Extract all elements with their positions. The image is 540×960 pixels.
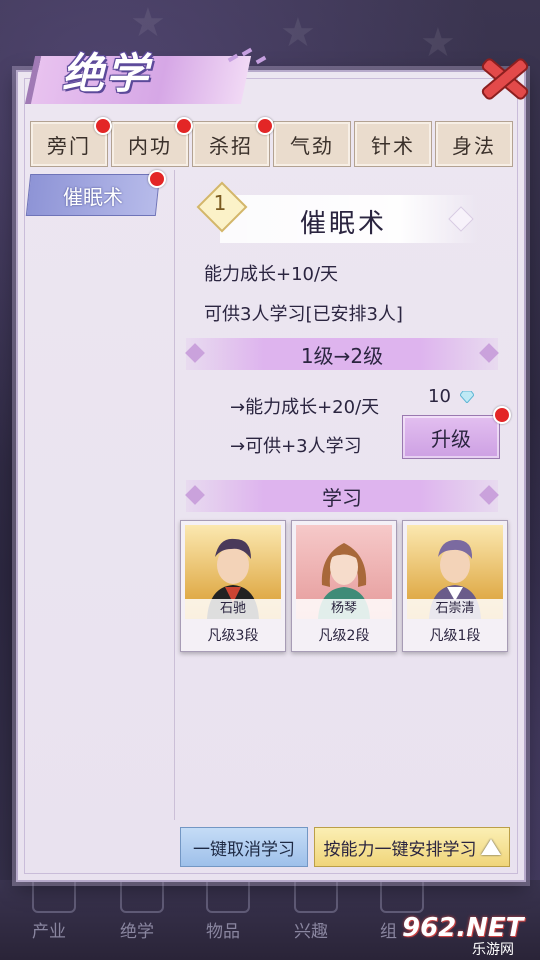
- title-decoration: [224, 46, 274, 66]
- notification-badge: [148, 170, 166, 188]
- student-rank: 凡级1段: [429, 628, 481, 644]
- student-card[interactable]: 石驰 凡级3段: [180, 520, 286, 652]
- auto-arrange-study-button[interactable]: 按能力一键安排学习: [314, 827, 510, 867]
- student-name: 杨琴: [296, 599, 392, 619]
- student-name: 石崇清: [407, 599, 503, 619]
- close-button[interactable]: [478, 56, 528, 100]
- level-badge: 1: [196, 181, 248, 233]
- diamond-icon: [459, 391, 474, 403]
- skill-list: 催眠术: [25, 170, 175, 820]
- category-tabs: 旁门 内功 杀招 气劲 针术 身法: [30, 117, 513, 167]
- watermark-logo: 962.NET 乐游网: [402, 913, 524, 958]
- nav-item-interests[interactable]: 兴趣: [294, 875, 338, 942]
- title-tab: 绝学: [24, 40, 267, 110]
- study-header: 学习: [185, 480, 499, 512]
- warning-triangle-icon: [480, 839, 501, 855]
- page-title: 绝学: [62, 49, 151, 98]
- nav-item-skills[interactable]: 绝学: [120, 875, 164, 942]
- notification-badge: [256, 117, 274, 135]
- cancel-all-study-button[interactable]: 一键取消学习: [180, 827, 308, 867]
- skill-growth: 能力成长+10/天: [204, 264, 339, 285]
- student-name: 石驰: [185, 599, 281, 619]
- student-rank: 凡级3段: [207, 628, 259, 644]
- upgrade-growth: →能力成长+20/天: [230, 397, 380, 418]
- notification-badge: [493, 406, 511, 424]
- student-card[interactable]: 石崇清 凡级1段: [402, 520, 508, 652]
- student-rank: 凡级2段: [318, 628, 370, 644]
- tab-needle-art[interactable]: 针术: [354, 121, 432, 167]
- nav-item-industry[interactable]: 产业: [32, 875, 76, 942]
- skill-list-item-hypnosis[interactable]: 催眠术: [25, 174, 161, 216]
- skill-capacity: 可供3人学习[已安排3人]: [204, 304, 403, 325]
- nav-item-items[interactable]: 物品: [206, 875, 250, 942]
- upgrade-cost: 10: [428, 386, 474, 407]
- tab-footwork[interactable]: 身法: [435, 121, 513, 167]
- skill-name: 催眠术: [300, 209, 388, 239]
- upgrade-header: 1级→2级: [185, 338, 499, 370]
- tab-qi-force[interactable]: 气劲: [273, 121, 351, 167]
- notification-badge: [175, 117, 193, 135]
- student-card[interactable]: 杨琴 凡级2段: [291, 520, 397, 652]
- notification-badge: [94, 117, 112, 135]
- upgrade-capacity: →可供+3人学习: [230, 436, 362, 457]
- upgrade-button[interactable]: 升级: [402, 415, 500, 459]
